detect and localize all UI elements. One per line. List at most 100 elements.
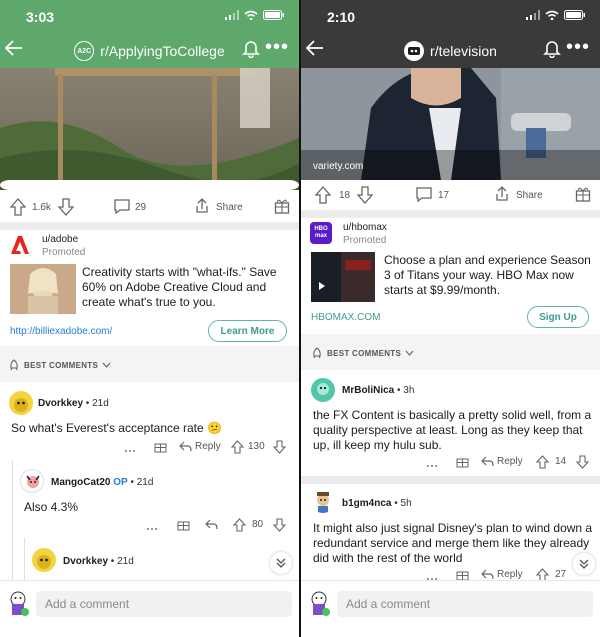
more-options-icon[interactable] xyxy=(426,459,438,470)
learn-more-button[interactable]: Learn More xyxy=(208,320,287,342)
adobe-logo-icon xyxy=(11,236,29,254)
comment-body: So what's Everest's acceptance rate 😕 xyxy=(11,421,222,435)
upvote-icon[interactable] xyxy=(231,440,244,454)
left-screen: 3:03 A2C r/ApplyingToCollege ••• 1.6k 29… xyxy=(0,0,299,637)
user-avatar-icon[interactable] xyxy=(6,589,30,617)
chevron-down-icon xyxy=(102,362,111,368)
avatar[interactable] xyxy=(311,378,335,402)
jump-to-next-button[interactable] xyxy=(573,553,595,575)
avatar[interactable] xyxy=(311,489,335,513)
comment-author[interactable]: Dvorkkey xyxy=(63,556,108,567)
subreddit-name: r/television xyxy=(430,43,497,59)
avatar[interactable] xyxy=(20,469,44,493)
post-image[interactable] xyxy=(0,68,299,190)
promo-username[interactable]: u/hbomax xyxy=(343,222,387,233)
comment-meta: Dvorkkey • 21d xyxy=(63,556,134,567)
bell-icon[interactable] xyxy=(542,38,562,58)
add-comment-input[interactable]: Add a comment xyxy=(337,591,593,617)
share-icon[interactable] xyxy=(494,186,510,202)
more-options-icon[interactable]: ••• xyxy=(265,36,289,59)
award-icon[interactable] xyxy=(456,455,469,468)
user-avatar-icon[interactable] xyxy=(307,589,331,617)
comment-meta: b1gm4nca • 5h xyxy=(342,498,412,509)
upvote-icon[interactable] xyxy=(536,455,549,469)
reply-icon[interactable] xyxy=(205,518,218,531)
downvote-icon[interactable] xyxy=(273,518,286,532)
sort-comments-dropdown[interactable]: BEST COMMENTS xyxy=(311,347,414,359)
promo-thumbnail[interactable] xyxy=(311,252,375,302)
comment-author[interactable]: MangoCat20 xyxy=(51,477,110,488)
reply-button[interactable]: Reply xyxy=(497,456,523,467)
award-icon[interactable] xyxy=(575,186,591,202)
more-options-icon[interactable] xyxy=(124,444,136,455)
promo-username[interactable]: u/adobe xyxy=(42,234,78,245)
subreddit-avatar-icon: A2C xyxy=(74,41,95,61)
section-divider xyxy=(301,476,600,484)
comment-actions: 80 xyxy=(146,518,294,534)
sort-comments-dropdown[interactable]: BEST COMMENTS xyxy=(8,359,111,371)
avatar[interactable] xyxy=(32,548,56,572)
comment-age: 3h xyxy=(403,385,415,396)
jump-to-next-button[interactable] xyxy=(270,552,292,574)
post-image[interactable]: variety.com xyxy=(301,68,600,180)
chevron-down-icon xyxy=(405,350,414,356)
bell-icon[interactable] xyxy=(241,38,261,58)
comments-icon[interactable] xyxy=(113,198,131,214)
source-domain[interactable]: variety.com xyxy=(313,161,363,172)
promo-link[interactable]: HBOMAX.COM xyxy=(311,312,380,323)
signal-icon xyxy=(225,10,239,20)
upvote-icon[interactable] xyxy=(315,186,331,204)
share-label[interactable]: Share xyxy=(516,190,543,201)
award-icon[interactable] xyxy=(274,198,290,214)
battery-icon xyxy=(263,10,284,20)
avatar[interactable] xyxy=(9,391,33,415)
upvote-icon[interactable] xyxy=(10,198,26,216)
comments-icon[interactable] xyxy=(415,186,433,202)
downvote-icon[interactable] xyxy=(273,440,286,454)
post-score: 1.6k xyxy=(32,202,51,213)
status-time: 2:10 xyxy=(327,9,356,25)
hbomax-logo-icon: HBO max xyxy=(310,222,332,244)
comment-author[interactable]: Dvorkkey xyxy=(38,398,83,409)
tv-icon xyxy=(404,41,425,61)
thread-line[interactable] xyxy=(24,538,25,580)
promo-link[interactable]: http://billiexadobe.com/ xyxy=(10,326,112,337)
reply-button[interactable]: Reply xyxy=(195,441,221,452)
right-screen: 2:10 r/television ••• variety.com 18 17 … xyxy=(301,0,600,637)
award-icon[interactable] xyxy=(177,518,190,531)
downvote-icon[interactable] xyxy=(58,198,74,216)
add-comment-input[interactable]: Add a comment xyxy=(36,591,292,617)
comment-author[interactable]: MrBoliNica xyxy=(342,385,394,396)
comment-age: 5h xyxy=(400,498,412,509)
subreddit-name: r/ApplyingToCollege xyxy=(100,43,225,59)
promo-headline: Creativity starts with "what-ifs." Save … xyxy=(82,265,277,309)
status-icons xyxy=(526,10,586,20)
more-options-icon[interactable] xyxy=(146,522,158,533)
reply-icon[interactable] xyxy=(481,455,494,468)
downvote-icon[interactable] xyxy=(357,186,373,204)
add-comment-bar: Add a comment xyxy=(301,580,600,637)
share-label[interactable]: Share xyxy=(216,202,243,213)
comment-score: 130 xyxy=(248,441,265,452)
sort-label: BEST COMMENTS xyxy=(24,360,99,370)
share-icon[interactable] xyxy=(194,198,210,214)
comment-score: 80 xyxy=(252,519,264,530)
thread-line[interactable] xyxy=(12,460,13,580)
more-options-icon[interactable]: ••• xyxy=(566,36,590,59)
upvote-icon[interactable] xyxy=(233,518,246,532)
promoted-label: Promoted xyxy=(42,247,86,258)
wifi-icon xyxy=(244,10,258,20)
reply-icon[interactable] xyxy=(179,440,192,453)
comment-age: 21d xyxy=(136,477,154,488)
wifi-icon xyxy=(545,10,559,20)
subreddit-header: 2:10 r/television ••• xyxy=(301,0,600,68)
comment-meta: MrBoliNica • 3h xyxy=(342,385,415,396)
promo-thumbnail[interactable] xyxy=(10,264,76,314)
sign-up-button[interactable]: Sign Up xyxy=(527,306,589,328)
signal-icon xyxy=(526,10,540,20)
downvote-icon[interactable] xyxy=(576,455,589,469)
award-icon[interactable] xyxy=(154,440,167,453)
add-comment-bar: Add a comment xyxy=(0,580,299,637)
reply-button[interactable]: Reply xyxy=(497,569,523,580)
comment-author[interactable]: b1gm4nca xyxy=(342,498,391,509)
